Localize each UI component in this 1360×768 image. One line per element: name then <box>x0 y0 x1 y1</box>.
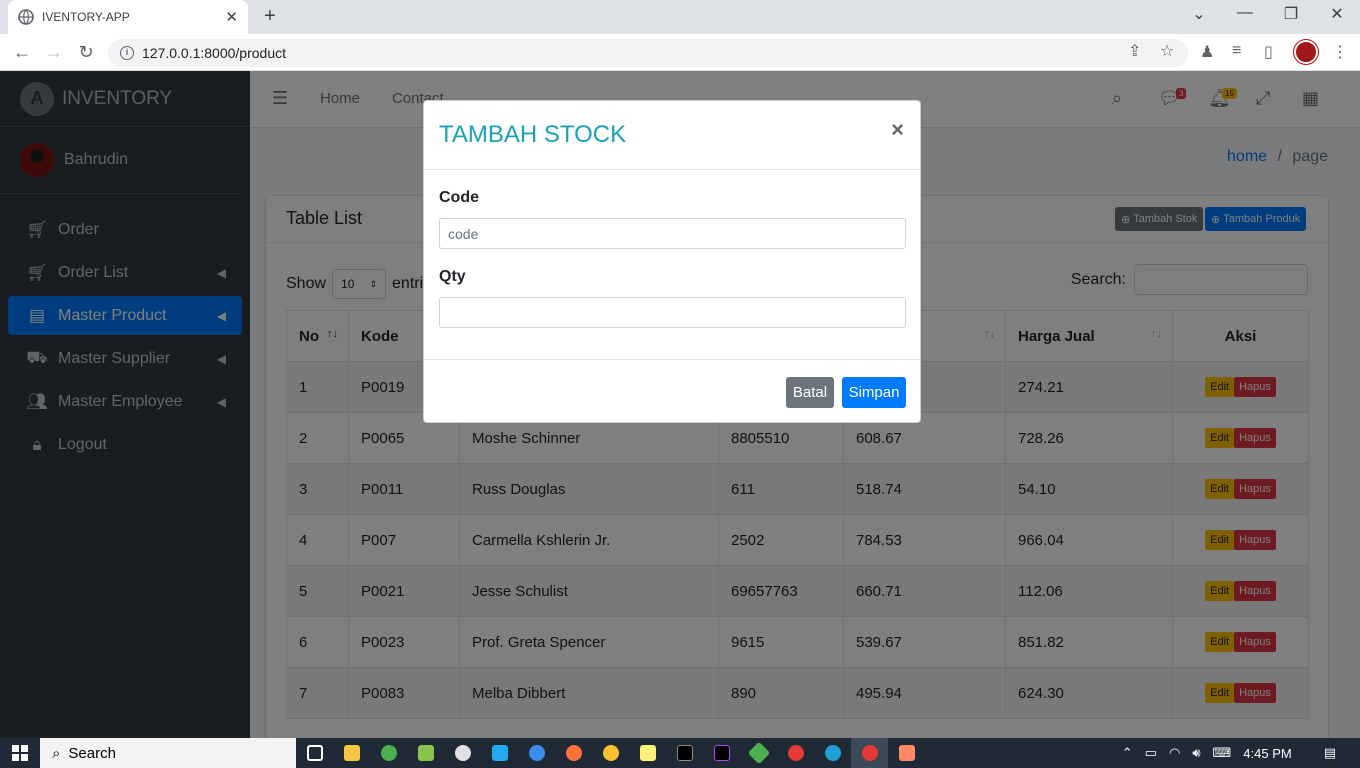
reload-icon[interactable]: ↻ <box>76 42 96 63</box>
media-icon[interactable]: ≡ <box>1232 42 1241 60</box>
phpstorm-icon[interactable] <box>703 738 740 768</box>
tab-search-icon[interactable]: ⌄ <box>1176 4 1222 24</box>
browser-tabbar: IVENTORY-APP ✕ + ⌄ — ❐ ✕ <box>0 0 1360 34</box>
code-placeholder: code <box>448 225 479 242</box>
restore-icon[interactable]: ❐ <box>1268 4 1314 24</box>
browser-toolbar: ← → ↻ i 127.0.0.1:8000/product ⇪ ☆ ♟ ≡ ▯… <box>0 34 1360 71</box>
file-explorer-icon[interactable] <box>333 738 370 768</box>
app-circle-icon[interactable] <box>444 738 481 768</box>
app-lambda-icon[interactable] <box>407 738 444 768</box>
app-green-icon[interactable] <box>370 738 407 768</box>
code-label: Code <box>439 189 479 206</box>
task-view-icon[interactable] <box>296 738 333 768</box>
tambah-stock-modal: TAMBAH STOCK × Code code Qty Batal Simpa… <box>423 100 921 423</box>
close-tab-icon[interactable]: ✕ <box>225 8 238 26</box>
site-info-icon[interactable]: i <box>120 46 134 60</box>
minimize-icon[interactable]: — <box>1222 4 1268 22</box>
taskbar-search-label: Search <box>68 744 116 762</box>
edge-icon[interactable] <box>814 738 851 768</box>
notepad-icon[interactable] <box>629 738 666 768</box>
chrome-icon[interactable] <box>592 738 629 768</box>
batal-button[interactable]: Batal <box>786 377 834 408</box>
vscode-icon[interactable] <box>481 738 518 768</box>
windows-start-icon[interactable] <box>12 745 28 761</box>
url-text: 127.0.0.1:8000/product <box>142 45 287 61</box>
menu-icon[interactable]: ⋮ <box>1332 42 1348 62</box>
modal-footer-divider <box>424 359 920 360</box>
chrome-active-icon[interactable] <box>851 738 888 768</box>
qty-input[interactable] <box>439 297 906 328</box>
profile-avatar[interactable] <box>1294 40 1318 64</box>
share-icon[interactable]: ⇪ <box>1128 41 1141 61</box>
tab-title: IVENTORY-APP <box>42 10 130 24</box>
battery-icon[interactable]: ▭ <box>1145 745 1157 761</box>
git-icon[interactable] <box>740 738 777 768</box>
taskbar: ⌕ Search ⌃ ▭ ◠ 🔊︎ ⌨ 4:45 PM ▤ <box>0 738 1360 768</box>
app-stripes-icon[interactable] <box>888 738 925 768</box>
chrome-profile-icon[interactable] <box>777 738 814 768</box>
clock[interactable]: 4:45 PM <box>1243 746 1291 761</box>
notification-center-icon[interactable]: ▤ <box>1324 745 1336 761</box>
simpan-button[interactable]: Simpan <box>842 377 906 408</box>
volume-icon[interactable]: 🔊︎ <box>1192 745 1200 761</box>
back-icon[interactable]: ← <box>12 42 32 63</box>
qty-label: Qty <box>439 268 466 285</box>
bookmark-star-icon[interactable]: ☆ <box>1160 41 1174 61</box>
code-input[interactable]: code <box>439 218 906 249</box>
chevron-up-icon[interactable]: ⌃ <box>1122 745 1133 761</box>
close-window-icon[interactable]: ✕ <box>1314 4 1360 24</box>
system-tray: ⌃ ▭ ◠ 🔊︎ ⌨ 4:45 PM ▤ <box>1122 738 1360 768</box>
sidepanel-icon[interactable]: ▯ <box>1264 42 1273 62</box>
keyboard-icon[interactable]: ⌨ <box>1213 745 1232 761</box>
firefox-icon[interactable] <box>555 738 592 768</box>
search-icon: ⌕ <box>52 744 61 762</box>
address-bar[interactable]: i 127.0.0.1:8000/product <box>108 39 1188 67</box>
close-icon[interactable]: × <box>891 117 904 143</box>
browser-tab[interactable]: IVENTORY-APP ✕ <box>8 0 248 34</box>
taskbar-search[interactable]: ⌕ Search <box>40 738 296 768</box>
new-tab-icon[interactable]: + <box>258 5 282 28</box>
modal-header: TAMBAH STOCK × <box>424 101 920 170</box>
modal-title: TAMBAH STOCK <box>439 121 627 148</box>
terminal-icon[interactable] <box>666 738 703 768</box>
extension-icon[interactable]: ♟ <box>1200 42 1214 62</box>
globe-icon <box>18 9 34 25</box>
forward-icon[interactable]: → <box>44 42 64 63</box>
wifi-icon[interactable]: ◠ <box>1169 745 1180 761</box>
firefox-dev-icon[interactable] <box>518 738 555 768</box>
